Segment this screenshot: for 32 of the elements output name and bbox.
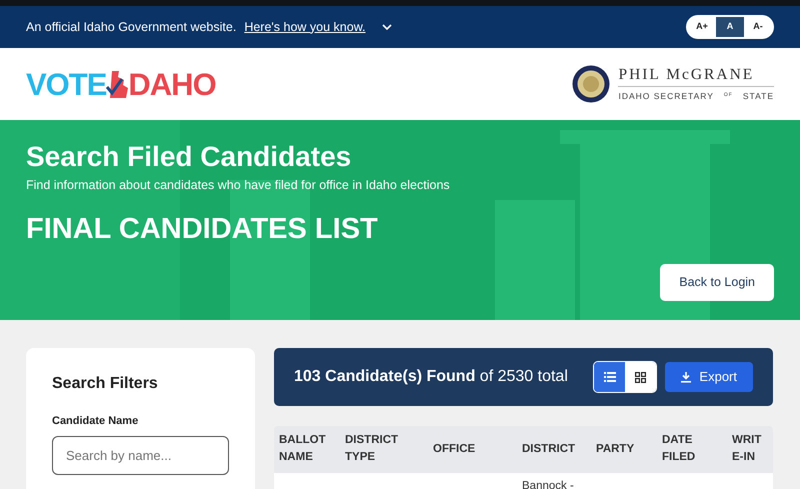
export-button[interactable]: Export xyxy=(665,362,753,392)
column-header[interactable]: DISTRICT xyxy=(517,426,591,472)
chevron-icon[interactable] xyxy=(382,24,392,30)
column-header[interactable]: BALLOT NAME xyxy=(274,426,340,472)
vote-idaho-logo[interactable]: VOTE DAHO xyxy=(26,68,216,100)
column-header[interactable]: DATE FILED xyxy=(657,426,727,472)
filters-title: Search Filters xyxy=(52,374,159,394)
field-label: Candidate Name xyxy=(52,414,140,430)
banner-text: An official Idaho Government website. xyxy=(26,18,236,36)
column-header[interactable]: DISTRICT TYPE xyxy=(340,426,428,472)
candidate-name-field[interactable]: Search by name... xyxy=(52,436,229,475)
grid-view-icon xyxy=(635,372,646,382)
list-view-button[interactable] xyxy=(594,362,626,392)
list-title: FINAL CANDIDATES LIST xyxy=(26,212,379,248)
grid-view-button[interactable] xyxy=(625,362,656,392)
column-header[interactable]: WRITE-IN xyxy=(727,426,773,472)
state-seal-icon xyxy=(572,65,610,103)
secretary-title: IDAHO SECRETARY xyxy=(618,90,714,102)
font-size-button[interactable]: A xyxy=(716,17,744,37)
how-you-know-link[interactable]: Here's how you know. xyxy=(244,18,366,36)
page-title: Search Filed Candidates xyxy=(26,140,352,174)
idaho-check-icon xyxy=(106,69,128,99)
list-view-icon xyxy=(604,372,616,382)
column-header[interactable]: OFFICE xyxy=(428,426,517,472)
secretary-name: PHIL McGRANE xyxy=(618,66,756,83)
back-to-login-button[interactable]: Back to Login xyxy=(660,264,774,301)
table-cell: Bannock - xyxy=(522,480,574,489)
page-subtitle: Find information about candidates who have filed for office in Idaho elections xyxy=(26,176,451,194)
column-header[interactable]: PARTY xyxy=(591,426,657,472)
secretary-title: STATE xyxy=(742,90,774,102)
download-icon xyxy=(681,372,692,382)
results-count: 103 Candidate(s) Found of 2530 total xyxy=(294,367,568,387)
